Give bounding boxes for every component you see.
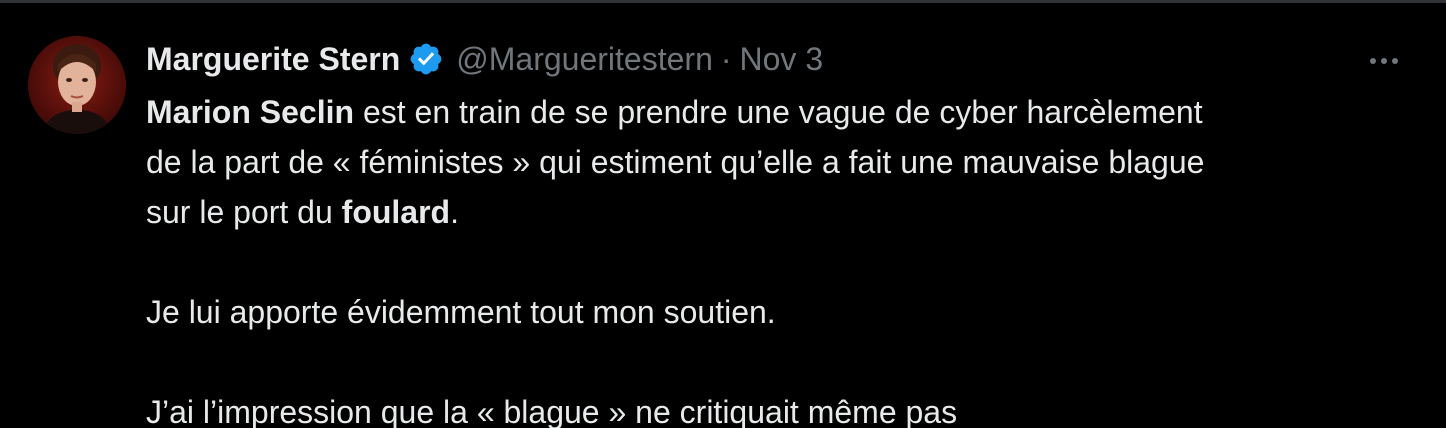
tweet-card: Marguerite Stern @Margueritestern · Nov … bbox=[0, 0, 1446, 428]
verified-badge-icon bbox=[408, 41, 444, 77]
tweet-text-segment: est en train de se prendre une vague de … bbox=[354, 94, 1203, 130]
tweet-line: de la part de « féministes » qui estimen… bbox=[146, 144, 1205, 180]
avatar-image bbox=[28, 36, 126, 134]
tweet-date[interactable]: Nov 3 bbox=[740, 41, 824, 78]
more-dot bbox=[1392, 58, 1398, 64]
tweet-line: sur le port du foulard. bbox=[146, 187, 1416, 237]
more-options-icon[interactable] bbox=[1358, 45, 1410, 77]
more-dot bbox=[1381, 58, 1387, 64]
tweet-text-segment: sur le port du bbox=[146, 194, 342, 230]
header-separator: · bbox=[720, 40, 732, 77]
tweet-line: J’ai l’impression que la « blague » ne c… bbox=[146, 394, 958, 428]
more-dot bbox=[1370, 58, 1376, 64]
tweet-body: Marion Seclin est en train de se prendre… bbox=[146, 87, 1416, 428]
author-handle[interactable]: @Margueritestern bbox=[456, 41, 713, 78]
tweet-header: Marguerite Stern @Margueritestern · Nov … bbox=[146, 37, 823, 81]
mentioned-name: Marion Seclin bbox=[146, 94, 355, 130]
tweet-line: Marion Seclin est en train de se prendre… bbox=[146, 87, 1416, 137]
bold-keyword: foulard bbox=[341, 194, 451, 230]
tweet-line: Je lui apporte évidemment tout mon souti… bbox=[146, 294, 776, 330]
author-display-name[interactable]: Marguerite Stern bbox=[146, 41, 400, 78]
tweet-text-segment: . bbox=[450, 194, 459, 230]
paragraph-spacer bbox=[146, 237, 1416, 287]
author-avatar[interactable] bbox=[28, 36, 126, 134]
paragraph-spacer bbox=[146, 337, 1416, 387]
